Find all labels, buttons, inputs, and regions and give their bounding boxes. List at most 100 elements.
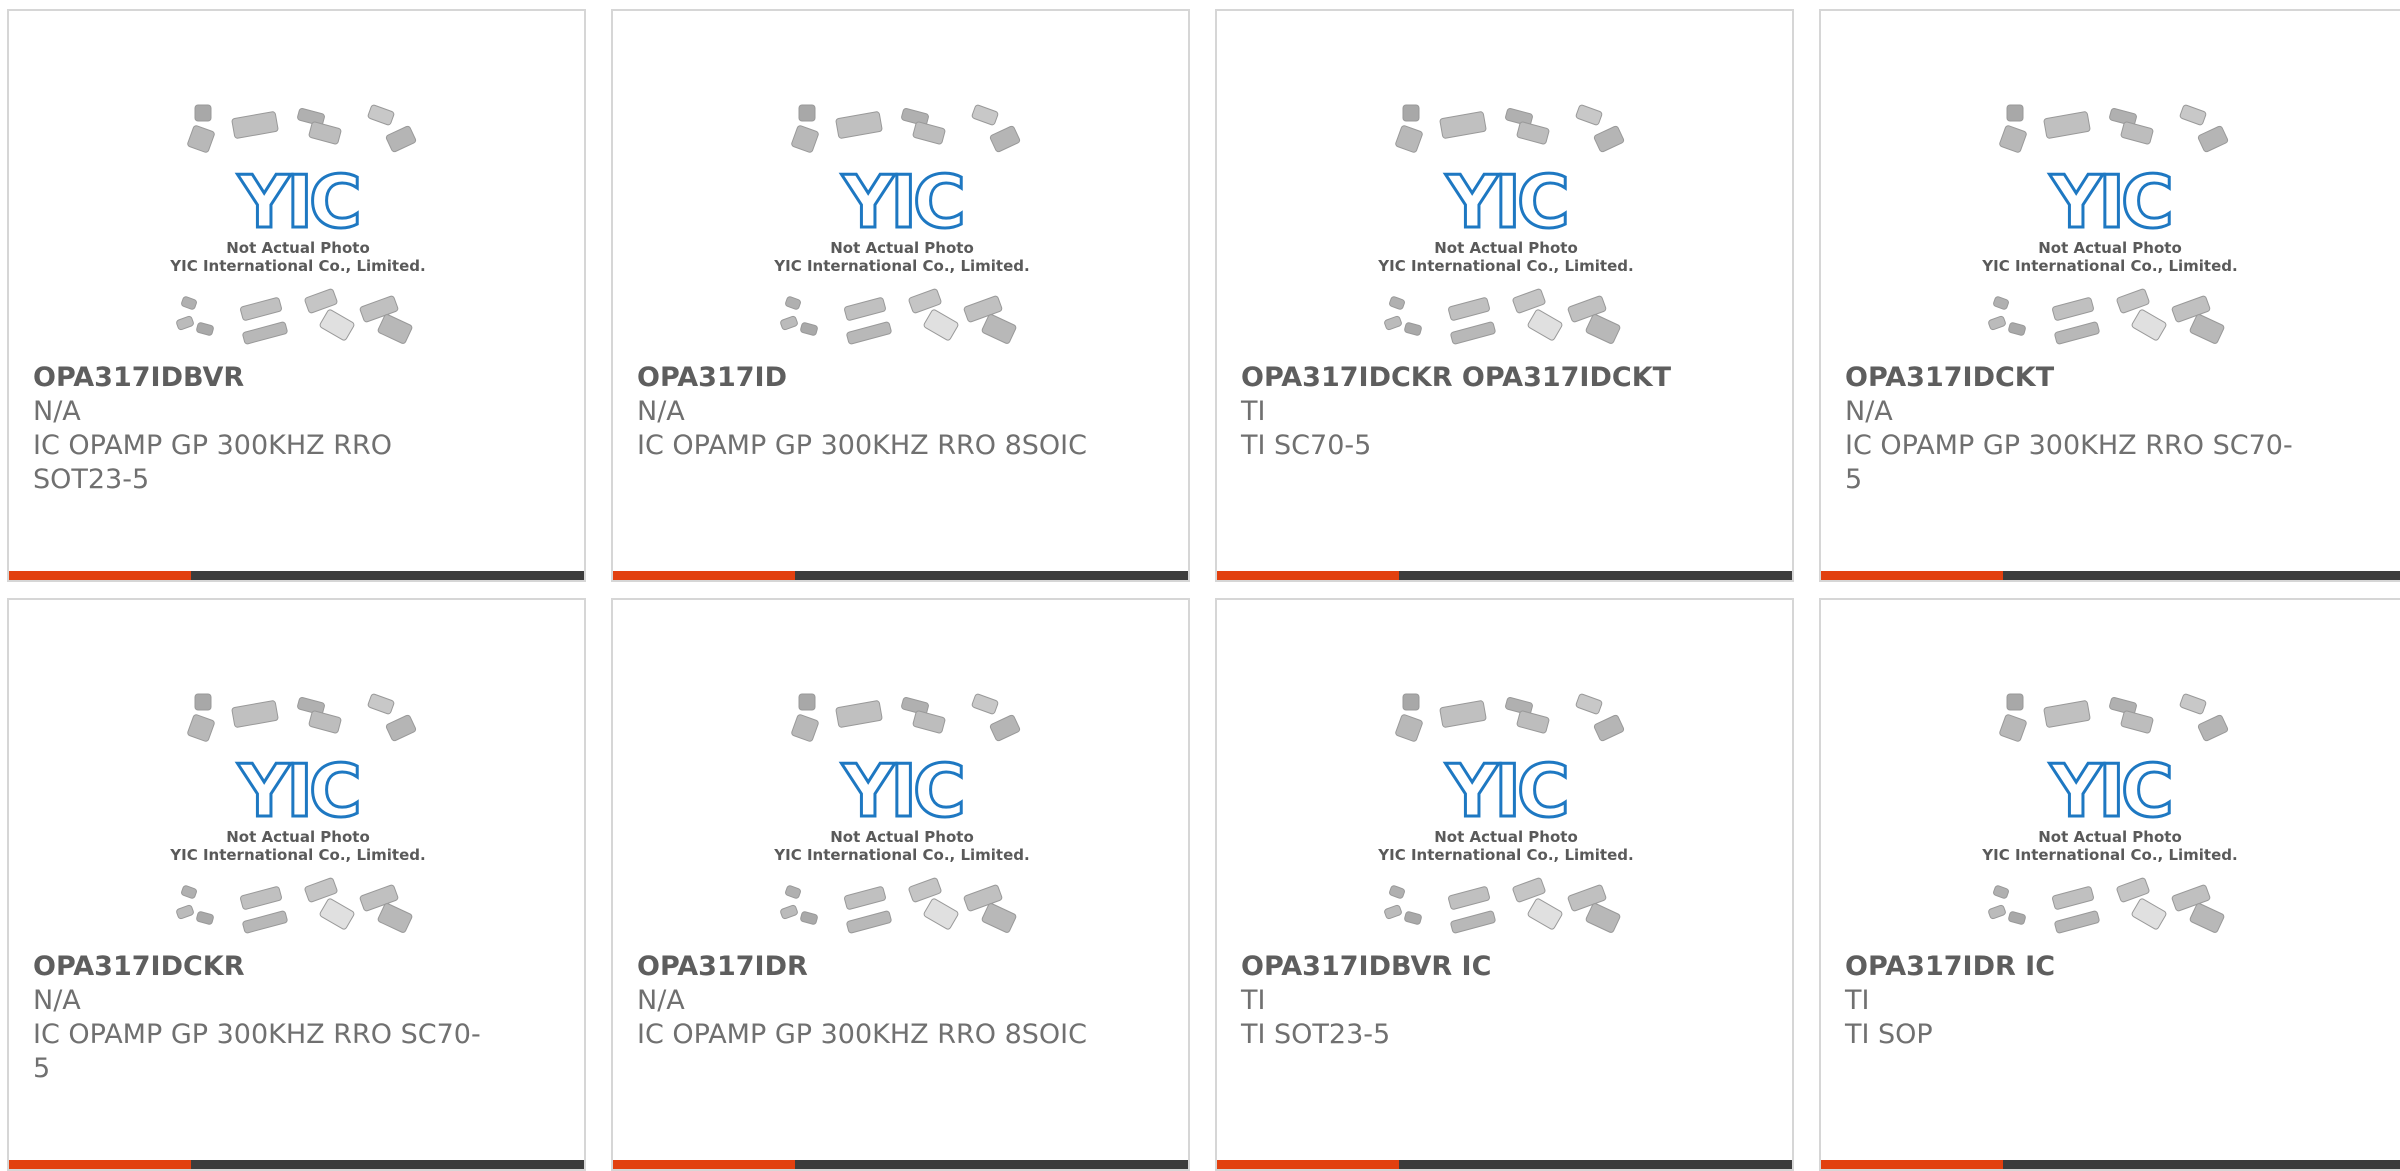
product-card[interactable]: YIC Not Actual Photo YIC International C… <box>1215 9 1794 582</box>
chip-package-icon <box>791 714 819 742</box>
chip-package-icon <box>1389 885 1405 899</box>
chip-package-icon <box>367 104 395 126</box>
card-footer-bar <box>9 571 584 580</box>
svg-text:YIC: YIC <box>841 160 962 244</box>
chip-package-icon <box>981 314 1017 344</box>
chip-package-icon <box>835 111 883 139</box>
chip-package-icon <box>2197 714 2229 742</box>
description: TI SOP <box>1845 1019 1933 1050</box>
chip-package-icon <box>194 693 212 711</box>
chip-package-icon <box>2006 104 2024 122</box>
part-number-link[interactable]: OPA317IDBVR <box>33 361 483 395</box>
placeholder-photo[interactable]: YIC Not Actual Photo YIC International C… <box>161 692 436 942</box>
manufacturer: TI <box>1241 396 1266 427</box>
chip-package-icon <box>800 322 818 336</box>
chip-package-icon <box>304 288 338 314</box>
chip-package-icon <box>2179 693 2207 715</box>
chip-packages-placeholder-icon: YIC Not Actual Photo YIC International C… <box>1377 693 1634 934</box>
svg-text:Not Actual Photo: Not Actual Photo <box>226 239 370 257</box>
placeholder-photo[interactable]: YIC Not Actual Photo YIC International C… <box>1369 692 1644 942</box>
chip-package-icon <box>181 885 197 899</box>
chip-package-icon <box>2131 898 2167 930</box>
part-number-link[interactable]: OPA317IDCKT <box>1845 361 2295 395</box>
chip-package-icon <box>785 296 801 310</box>
chip-package-icon <box>1384 315 1402 331</box>
part-number-link[interactable]: OPA317IDR IC <box>1845 950 2295 984</box>
chip-package-icon <box>2054 910 2100 934</box>
chip-package-icon <box>385 714 417 742</box>
chip-package-icon <box>2131 309 2167 341</box>
chip-package-icon <box>196 322 214 336</box>
chip-packages-placeholder-icon: YIC Not Actual Photo YIC International C… <box>1377 104 1634 345</box>
product-info: OPA317IDR IC TI TI SOP <box>1845 950 2295 1052</box>
card-accent-bar <box>1821 1160 2003 1169</box>
chip-package-icon <box>2197 125 2229 153</box>
placeholder-photo[interactable]: YIC Not Actual Photo YIC International C… <box>161 103 436 353</box>
chip-package-icon <box>981 903 1017 933</box>
product-card[interactable]: YIC Not Actual Photo YIC International C… <box>1819 9 2400 582</box>
product-card[interactable]: YIC Not Actual Photo YIC International C… <box>1215 598 1794 1171</box>
svg-text:Not Actual Photo: Not Actual Photo <box>830 239 974 257</box>
chip-packages-placeholder-icon: YIC Not Actual Photo YIC International C… <box>773 693 1030 934</box>
svg-text:YIC: YIC <box>2049 749 2170 833</box>
product-card[interactable]: YIC Not Actual Photo YIC International C… <box>7 9 586 582</box>
svg-text:YIC International Co., Limited: YIC International Co., Limited. <box>169 257 425 275</box>
chip-package-icon <box>1450 321 1496 345</box>
part-number-link[interactable]: OPA317IDCKR <box>33 950 483 984</box>
chip-package-icon <box>780 904 798 920</box>
chip-package-icon <box>1516 710 1550 734</box>
product-card[interactable]: YIC Not Actual Photo YIC International C… <box>611 9 1190 582</box>
svg-text:Not Actual Photo: Not Actual Photo <box>2038 828 2182 846</box>
chip-package-icon <box>176 315 194 331</box>
chip-package-icon <box>912 121 946 145</box>
svg-text:YIC: YIC <box>2049 160 2170 244</box>
chip-package-icon <box>835 700 883 728</box>
chip-package-icon <box>377 314 413 344</box>
chip-package-icon <box>800 911 818 925</box>
card-accent-bar <box>9 1160 191 1169</box>
product-card[interactable]: YIC Not Actual Photo YIC International C… <box>1819 598 2400 1171</box>
card-accent-bar <box>613 1160 795 1169</box>
description: TI SOT23-5 <box>1241 1019 1391 1050</box>
part-number-link[interactable]: OPA317IDR <box>637 950 1087 984</box>
chip-package-icon <box>242 321 288 345</box>
product-info: OPA317IDCKT N/A IC OPAMP GP 300KHZ RRO S… <box>1845 361 2295 497</box>
chip-package-icon <box>989 125 1021 153</box>
svg-text:YIC International Co., Limited: YIC International Co., Limited. <box>1377 257 1633 275</box>
product-card[interactable]: YIC Not Actual Photo YIC International C… <box>611 598 1190 1171</box>
yic-logo: YIC <box>2048 748 2176 835</box>
card-accent-bar <box>613 571 795 580</box>
placeholder-photo[interactable]: YIC Not Actual Photo YIC International C… <box>765 692 1040 942</box>
chip-package-icon <box>367 693 395 715</box>
chip-packages-placeholder-icon: YIC Not Actual Photo YIC International C… <box>1981 104 2238 345</box>
chip-package-icon <box>1516 121 1550 145</box>
chip-package-icon <box>923 309 959 341</box>
part-number-link[interactable]: OPA317ID <box>637 361 1087 395</box>
placeholder-photo[interactable]: YIC Not Actual Photo YIC International C… <box>1369 103 1644 353</box>
chip-package-icon <box>308 710 342 734</box>
chip-package-icon <box>2189 314 2225 344</box>
description: IC OPAMP GP 300KHZ RRO SC70-5 <box>33 1019 481 1084</box>
chip-package-icon <box>2120 710 2154 734</box>
chip-package-icon <box>1999 714 2027 742</box>
part-number-link[interactable]: OPA317IDCKR OPA317IDCKT <box>1241 361 1691 395</box>
product-grid: YIC Not Actual Photo YIC International C… <box>0 0 2400 1171</box>
chip-package-icon <box>181 296 197 310</box>
product-card[interactable]: YIC Not Actual Photo YIC International C… <box>7 598 586 1171</box>
chip-packages-placeholder-icon: YIC Not Actual Photo YIC International C… <box>169 693 426 934</box>
chip-package-icon <box>1593 714 1625 742</box>
chip-package-icon <box>1450 910 1496 934</box>
description: IC OPAMP GP 300KHZ RRO SC70-5 <box>1845 430 2293 495</box>
product-info: OPA317ID N/A IC OPAMP GP 300KHZ RRO 8SOI… <box>637 361 1087 463</box>
chip-package-icon <box>1404 322 1422 336</box>
placeholder-photo[interactable]: YIC Not Actual Photo YIC International C… <box>1973 692 2248 942</box>
chip-package-icon <box>176 904 194 920</box>
placeholder-photo[interactable]: YIC Not Actual Photo YIC International C… <box>765 103 1040 353</box>
chip-package-icon <box>798 693 816 711</box>
part-number-link[interactable]: OPA317IDBVR IC <box>1241 950 1691 984</box>
chip-package-icon <box>385 125 417 153</box>
card-footer-bar <box>9 1160 584 1169</box>
card-footer-bar <box>613 1160 1188 1169</box>
chip-package-icon <box>319 898 355 930</box>
placeholder-photo[interactable]: YIC Not Actual Photo YIC International C… <box>1973 103 2248 353</box>
